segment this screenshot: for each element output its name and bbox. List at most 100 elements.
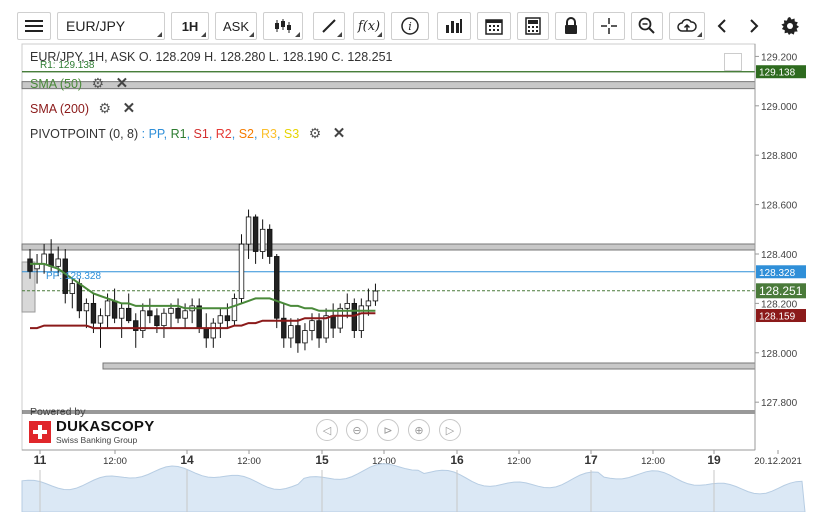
popout-icon[interactable] (724, 53, 742, 71)
pivot-label: PIVOTPOINT (0, 8) (30, 127, 139, 141)
x-tick-label: 16 (450, 453, 464, 467)
r1-line-tag: R1: 129.138 (40, 60, 95, 71)
candle-body (41, 253, 47, 265)
zoom-out-icon: ⊖ (352, 424, 362, 437)
x-tick-label: 11 (34, 453, 47, 467)
candle-body (126, 307, 132, 322)
x-tick-label: 12:00 (641, 456, 665, 467)
candle-body (358, 305, 365, 331)
nav-back-button[interactable]: ◁ (316, 419, 338, 441)
candle-body (231, 298, 238, 322)
candle-body (365, 300, 372, 307)
sma50-legend: SMA (50) ⚙ ✕ (30, 74, 128, 92)
x-tick-label: 17 (584, 453, 598, 467)
candle-body (252, 216, 259, 252)
dukascopy-logo (29, 421, 51, 443)
x-tick-label: 12:00 (103, 456, 127, 467)
pivot-r2: R2 (215, 127, 232, 141)
pivot-r3: R3 (260, 127, 277, 141)
candle-body (118, 307, 125, 319)
x-tick-label: 20.12.2021 (754, 456, 802, 467)
candle-body (238, 243, 245, 299)
triangle-left-icon: ◁ (322, 424, 332, 437)
y-tick-label: 128.000 (761, 349, 798, 360)
candle-body (83, 302, 90, 312)
pivot-s3: S3 (283, 127, 300, 141)
candle-body (295, 325, 301, 344)
navigator-strip[interactable] (21, 463, 806, 512)
triangle-right-icon: ▷ (445, 424, 455, 437)
candle-body (104, 300, 111, 317)
candle-body (372, 290, 379, 302)
nav-forward-button[interactable]: ▷ (439, 419, 461, 441)
candle-body (168, 307, 174, 314)
gear-icon[interactable]: ⚙ (92, 75, 105, 92)
zoom-in-button[interactable]: ⊕ (408, 419, 430, 441)
candle-body (330, 315, 336, 329)
sma50-label: SMA (50) (30, 77, 83, 91)
pivot-legend: PIVOTPOINT (0, 8) : PP, R1, S1, R2, S2, … (30, 124, 346, 142)
reset-view-button[interactable]: ⊳ (377, 419, 399, 441)
candle-body (274, 256, 280, 319)
x-tick-label: 12:00 (237, 456, 261, 467)
y-tick-label: 129.200 (761, 52, 798, 63)
candle-body (27, 258, 33, 272)
y-tick-label: 129.000 (761, 102, 798, 113)
candle-body (288, 325, 294, 339)
brand-name: DUKASCOPY (56, 418, 155, 435)
close-icon[interactable]: ✕ (333, 124, 346, 142)
candle-body (48, 253, 54, 267)
candle-body (259, 228, 266, 252)
candle-body (266, 228, 273, 257)
candle-body (203, 327, 209, 339)
candle-body (351, 302, 357, 331)
candle-body (154, 315, 160, 327)
last-price-tag-label: 128.251 (759, 284, 803, 298)
y-tick-label: 128.800 (761, 151, 798, 162)
x-tick-label: 12:00 (507, 456, 531, 467)
y-tick-label: 128.200 (761, 299, 798, 310)
close-icon[interactable]: ✕ (123, 99, 136, 117)
pp-line-tag: PP: 128.328 (46, 271, 102, 282)
candle-body (344, 302, 350, 309)
sma200-label: SMA (200) (30, 102, 90, 116)
band-lower (102, 362, 756, 370)
candle-body (97, 315, 104, 324)
candle-body (90, 302, 97, 324)
pivot-separator: : (141, 127, 149, 141)
sma200-price-tag-label: 128.159 (759, 312, 796, 323)
pivot-pp: PP (148, 127, 164, 141)
x-tick-label: 15 (315, 453, 329, 467)
candle-body (182, 310, 188, 319)
candle-body (302, 330, 308, 344)
brand-subtitle: Swiss Banking Group (56, 435, 138, 445)
zoom-out-button[interactable]: ⊖ (346, 419, 368, 441)
x-tick-label: 19 (707, 453, 721, 467)
pivot-r1: R1 (170, 127, 187, 141)
candle-body (69, 283, 75, 294)
candle-body (175, 307, 181, 319)
gear-icon[interactable]: ⚙ (309, 125, 322, 142)
y-tick-label: 127.800 (761, 398, 798, 409)
candle-body (147, 310, 153, 317)
r1-price-tag-label: 129.138 (759, 68, 796, 79)
sma200-legend: SMA (200) ⚙ ✕ (30, 99, 135, 117)
candle-body (245, 216, 252, 245)
close-icon[interactable]: ✕ (116, 74, 129, 92)
candle-body (217, 315, 224, 324)
y-axis: 129.200 129.000 128.800 128.600 128.400 128.2… (754, 44, 806, 450)
candle-body (55, 258, 61, 267)
candle-body (161, 312, 167, 327)
candle-body (111, 300, 118, 319)
reset-icon: ⊳ (383, 424, 393, 437)
y-tick-label: 128.600 (761, 201, 798, 212)
candle-body (210, 322, 216, 339)
band-mid (21, 243, 756, 251)
pp-price-tag-label: 128.328 (759, 268, 796, 279)
pivot-s1: S1 (193, 127, 209, 141)
candle-body (309, 320, 315, 331)
candle-body (76, 283, 83, 312)
gear-icon[interactable]: ⚙ (99, 100, 112, 117)
candle-body (224, 315, 231, 322)
zoom-in-icon: ⊕ (414, 424, 424, 437)
